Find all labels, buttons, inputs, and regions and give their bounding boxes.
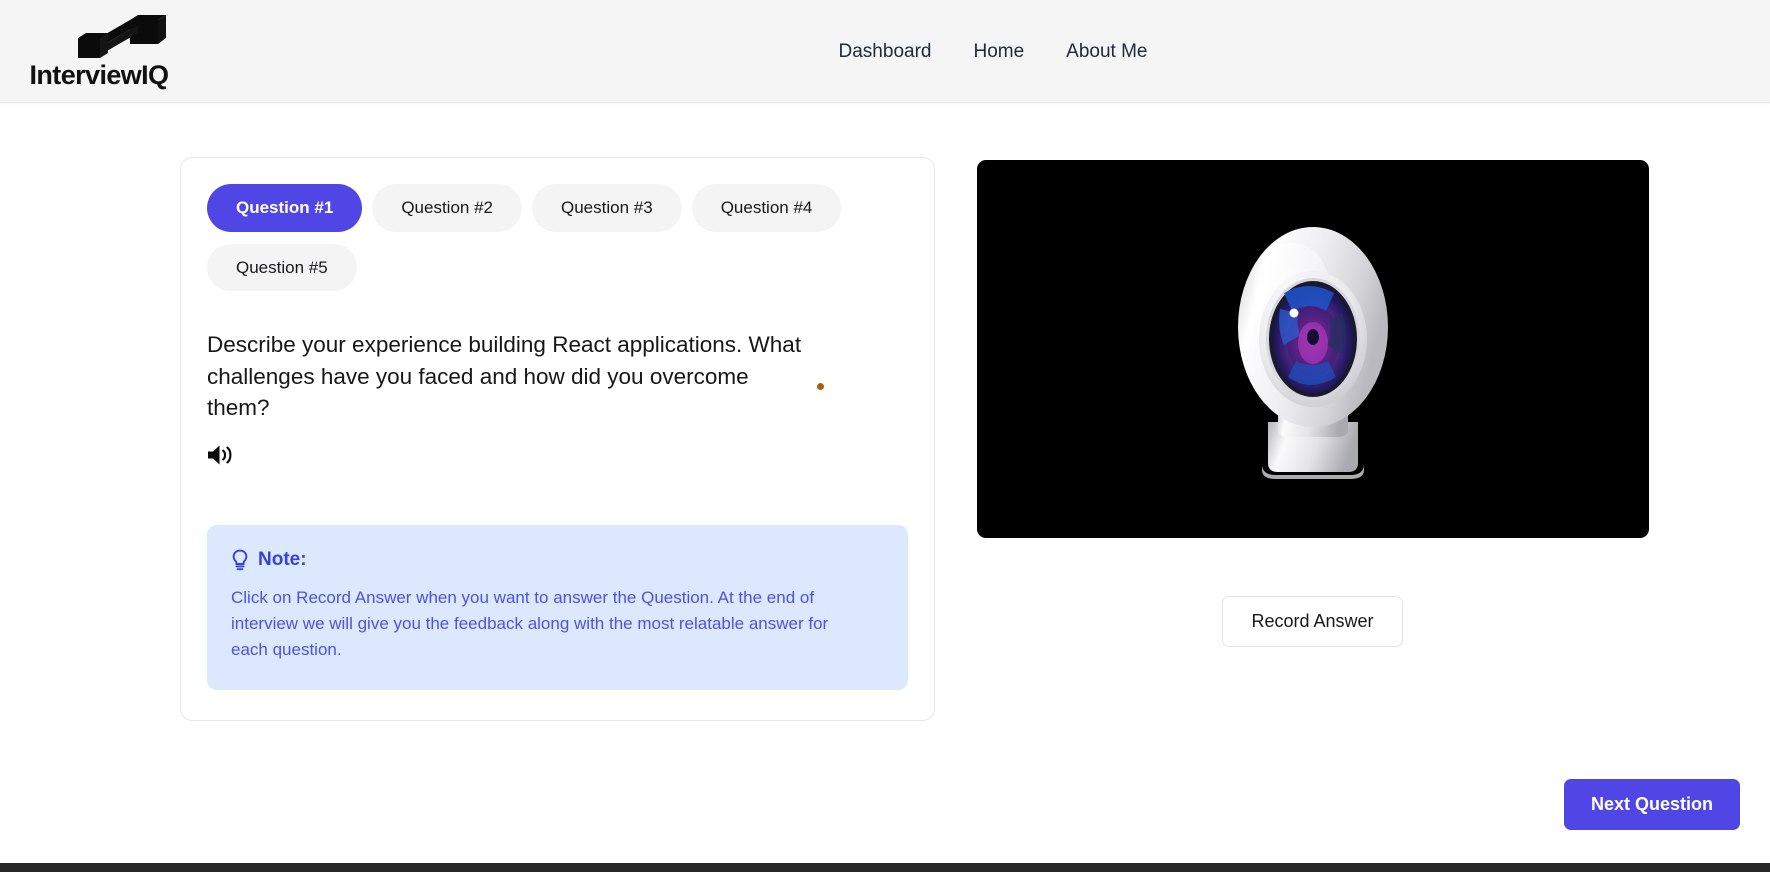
status-dot [817, 383, 824, 391]
speak-question-button[interactable] [207, 444, 234, 466]
lightbulb-icon [232, 549, 248, 570]
nav-link-about-me[interactable]: About Me [1066, 41, 1147, 63]
next-question-button[interactable]: Next Question [1563, 779, 1740, 830]
brand-name: InterviewIQ [29, 59, 170, 90]
question-tab-3[interactable]: Question #3 [532, 184, 682, 232]
question-card: Question #1 Question #2 Question #3 Ques… [180, 157, 935, 721]
question-column: Question #1 Question #2 Question #3 Ques… [0, 157, 935, 721]
nav-link-dashboard[interactable]: Dashboard [839, 41, 932, 63]
question-tab-1[interactable]: Question #1 [207, 184, 363, 232]
question-tab-5[interactable]: Question #5 [207, 243, 357, 292]
question-tab-list: Question #1 Question #2 Question #3 Ques… [207, 184, 908, 292]
main-nav: Dashboard Home About Me [0, 0, 1770, 103]
webcam-preview[interactable] [976, 160, 1649, 538]
bottom-bar [0, 863, 1770, 872]
record-answer-button[interactable]: Record Answer [1222, 596, 1403, 647]
main-content: Question #1 Question #2 Question #3 Ques… [0, 103, 1770, 721]
note-box: Note: Click on Record Answer when you wa… [207, 524, 908, 690]
footer-actions: Next Question [1563, 779, 1740, 830]
question-tab-4[interactable]: Question #4 [691, 184, 842, 232]
question-text: Describe your experience building React … [207, 332, 802, 421]
note-title: Note: [258, 548, 307, 570]
note-header: Note: [231, 549, 884, 571]
question-tab-2[interactable]: Question #2 [372, 184, 522, 232]
app-header: InterviewIQ Dashboard Home About Me [0, 0, 1770, 103]
volume-speaker-icon [208, 445, 232, 465]
webcam-icon [1237, 226, 1388, 479]
question-text-area: Describe your experience building React … [207, 329, 908, 471]
note-body: Click on Record Answer when you want to … [231, 587, 829, 660]
isometric-cubes-logo-icon [78, 14, 166, 58]
recorder-column: Record Answer [845, 157, 1770, 647]
brand-logo[interactable]: InterviewIQ [26, 14, 170, 89]
nav-link-home[interactable]: Home [973, 41, 1024, 63]
